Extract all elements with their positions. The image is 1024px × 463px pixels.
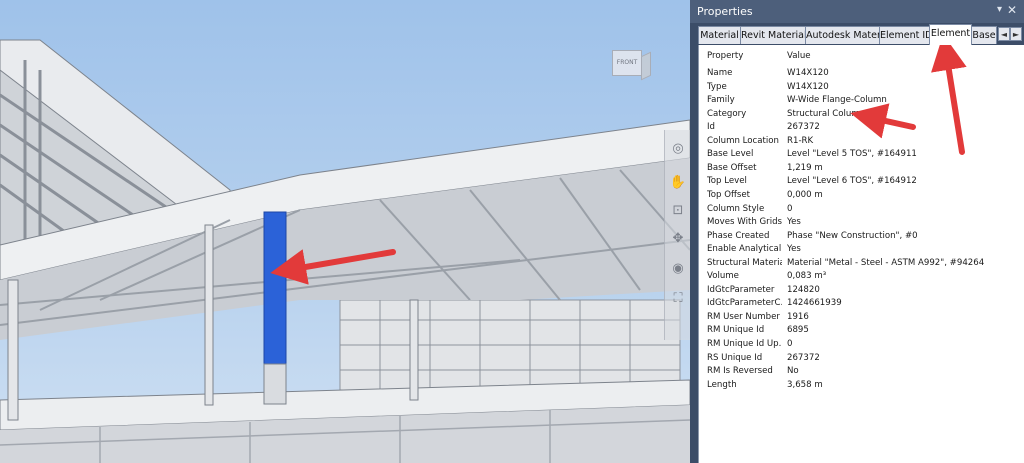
property-value: W14X120	[787, 68, 829, 78]
look-icon[interactable]: ◉	[669, 260, 687, 278]
selected-column[interactable]	[263, 211, 287, 365]
property-grid: Property Value Name W14X120 Type W14X120 Fam…	[698, 45, 1024, 463]
property-name: IdGtcParameter	[707, 284, 775, 295]
property-value: 0	[787, 203, 793, 214]
property-name: RM Is Reversed	[707, 366, 773, 377]
property-name: Column Style	[707, 203, 765, 214]
property-name: IdGtcParameterC...	[707, 298, 782, 309]
property-value: Yes	[787, 244, 801, 255]
zoom-window-icon[interactable]: ⊡	[669, 202, 687, 220]
property-value: Phase "New Construction", #0	[787, 230, 918, 241]
property-value: W-Wide Flange-Column	[787, 95, 887, 106]
property-value: W14X120	[787, 81, 829, 92]
viewcube-right[interactable]	[641, 51, 651, 81]
property-name: Top Offset	[707, 189, 751, 200]
tab-scroll-left-icon[interactable]: ◄	[998, 27, 1010, 41]
panel-title: Properties	[697, 5, 753, 18]
property-value: Level "Level 6 TOS", #164912	[787, 176, 917, 187]
property-value: 0	[787, 339, 793, 349]
property-value: 1,219 m	[787, 162, 823, 173]
property-value: Material "Metal - Steel - ASTM A992", #9…	[787, 257, 985, 268]
property-name: Id	[707, 122, 715, 133]
property-name: RM Unique Id	[707, 325, 765, 336]
header-property: Property	[707, 51, 744, 61]
property-value: 6895	[787, 325, 809, 336]
property-name: Base Level	[707, 149, 754, 160]
property-value: Structural Columns	[787, 108, 870, 119]
property-name: RS Unique Id	[707, 352, 763, 363]
tab-material[interactable]: Material	[698, 26, 741, 44]
property-name: Volume	[707, 271, 739, 282]
zoom-icon[interactable]: ◎	[669, 140, 687, 158]
property-value: 1916	[787, 311, 809, 322]
property-value: Level "Level 5 TOS", #164911	[787, 149, 917, 160]
model-scene	[0, 39, 690, 463]
tab-strip: Material Revit Material Autodesk Materia…	[690, 23, 1024, 45]
viewcube-front[interactable]: FRONT	[612, 50, 642, 76]
walk-icon[interactable]: ⛶	[669, 290, 687, 308]
property-name: Base Offset	[707, 162, 757, 173]
property-value: 124820	[787, 284, 820, 295]
property-name: Phase Created	[707, 230, 770, 241]
3d-viewport[interactable]: FRONT ◎ ✋ ⊡ ✥ ◉ ⛶	[0, 0, 690, 463]
property-name: Type	[707, 81, 727, 92]
property-value: 0,083 m³	[787, 271, 827, 282]
property-name: Length	[707, 379, 737, 390]
property-name: Top Level	[707, 176, 747, 187]
property-value: R1-RK	[787, 135, 814, 146]
property-name: Column Location ...	[707, 135, 782, 146]
orbit-icon[interactable]: ✥	[669, 230, 687, 248]
property-value: Yes	[787, 217, 801, 228]
tab-element-id[interactable]: Element ID	[879, 26, 930, 44]
header-value: Value	[787, 51, 811, 61]
close-icon[interactable]: ✕	[1007, 3, 1017, 17]
property-value: 0,000 m	[787, 189, 823, 200]
viewcube[interactable]: FRONT	[606, 42, 651, 82]
property-value: 267372	[787, 352, 820, 363]
tab-revit-material[interactable]: Revit Material	[740, 26, 806, 44]
property-value: 3,658 m	[787, 379, 823, 390]
property-value: 267372	[787, 122, 820, 133]
property-name: Enable Analytical...	[707, 244, 782, 255]
pan-icon[interactable]: ✋	[669, 174, 687, 192]
property-name: Name	[707, 68, 733, 78]
property-name: Moves With Grids	[707, 217, 782, 228]
tab-element[interactable]: Element	[929, 24, 972, 45]
property-value: 1424661939	[787, 298, 842, 309]
pin-icon[interactable]: ▾	[997, 4, 1002, 15]
property-name: RM User Number	[707, 311, 780, 322]
property-name: Category	[707, 108, 747, 119]
navigation-bar: ◎ ✋ ⊡ ✥ ◉ ⛶	[664, 130, 690, 340]
tab-base[interactable]: Base	[971, 26, 997, 44]
tab-scroll-right-icon[interactable]: ►	[1010, 27, 1022, 41]
tab-autodesk-material[interactable]: Autodesk Material	[805, 26, 880, 44]
property-value: No	[787, 366, 799, 377]
property-name: Structural Material	[707, 257, 782, 268]
panel-titlebar: Properties ▾ ✕	[690, 0, 1024, 23]
properties-panel: Properties ▾ ✕ Material Revit Material A…	[690, 0, 1024, 463]
property-name: Family	[707, 95, 735, 106]
property-name: RM Unique Id Up...	[707, 339, 782, 349]
